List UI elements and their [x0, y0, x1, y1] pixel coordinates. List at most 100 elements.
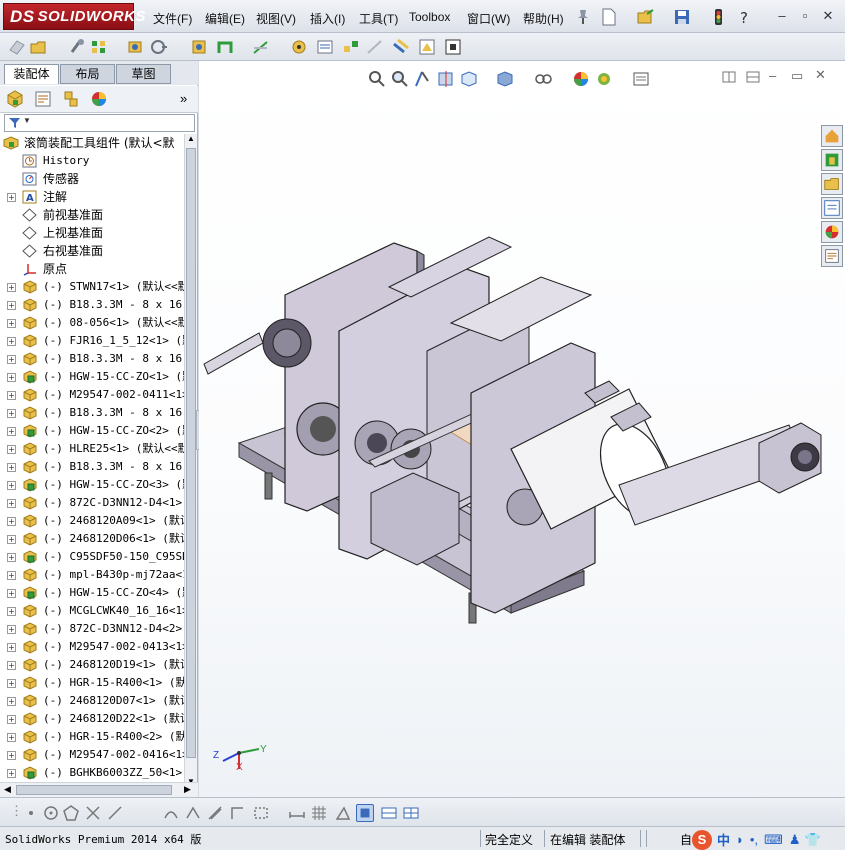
- tree-item[interactable]: + (-) HGW-15-CC-ZO<3> (默: [0, 476, 184, 494]
- tree-item[interactable]: + (-) M29547-002-0411<1>: [0, 386, 184, 404]
- scroll-left-icon[interactable]: ◀: [4, 784, 11, 795]
- show-hidden-components-icon[interactable]: [190, 38, 208, 56]
- expand-toggle-icon[interactable]: +: [7, 751, 16, 760]
- appearances-scenes-icon[interactable]: [821, 221, 843, 243]
- tree-item[interactable]: 传感器: [0, 170, 184, 188]
- display-manager-icon[interactable]: [90, 90, 108, 108]
- hide-show-items-icon[interactable]: [533, 69, 553, 89]
- expand-toggle-icon[interactable]: +: [7, 769, 16, 778]
- tree-item[interactable]: 前视基准面: [0, 206, 184, 224]
- save-icon[interactable]: [673, 8, 691, 26]
- apply-scene-icon[interactable]: [594, 69, 614, 89]
- scroll-up-icon[interactable]: ▲: [187, 134, 195, 143]
- large-assembly-mode-icon[interactable]: [444, 38, 462, 56]
- tree-item[interactable]: 原点: [0, 260, 184, 278]
- tree-filter-field[interactable]: ▼: [4, 114, 195, 132]
- open-folder-icon[interactable]: [637, 8, 655, 26]
- view-settings-icon[interactable]: [631, 69, 651, 89]
- expand-toggle-icon[interactable]: +: [7, 445, 16, 454]
- tree-item[interactable]: + (-) 08-056<1> (默认<<默: [0, 314, 184, 332]
- expand-toggle-icon[interactable]: +: [7, 301, 16, 310]
- file-explorer-icon[interactable]: [821, 173, 843, 195]
- ime-chinese-mode-toggle[interactable]: 中: [717, 830, 730, 849]
- insert-component-icon[interactable]: [30, 38, 48, 56]
- feature-manager-tree-icon[interactable]: [6, 90, 24, 108]
- mirror-icon[interactable]: [184, 804, 202, 822]
- pushpin-icon[interactable]: [574, 8, 592, 26]
- linear-pattern-icon[interactable]: [90, 38, 108, 56]
- bill-of-materials-icon[interactable]: [316, 38, 334, 56]
- ime-punctuation-icon[interactable]: •,: [750, 832, 758, 847]
- expand-toggle-icon[interactable]: +: [7, 409, 16, 418]
- mate-icon[interactable]: [68, 38, 86, 56]
- expand-toggle-icon[interactable]: +: [7, 499, 16, 508]
- new-document-icon[interactable]: [600, 8, 618, 26]
- expand-toggle-icon[interactable]: +: [7, 697, 16, 706]
- display-style-icon[interactable]: [495, 69, 515, 89]
- tab-layout[interactable]: 布局: [60, 64, 115, 84]
- tree-item[interactable]: + (-) C95SDF50-150_C95SDF: [0, 548, 184, 566]
- expand-toggle-icon[interactable]: +: [7, 553, 16, 562]
- tree-item[interactable]: 上视基准面: [0, 224, 184, 242]
- tree-item[interactable]: + (-) MCGLCWK40_16_16<1>: [0, 602, 184, 620]
- edit-component-icon[interactable]: [8, 38, 26, 56]
- expand-toggle-icon[interactable]: +: [7, 733, 16, 742]
- tree-item[interactable]: + (-) 2468120D06<1> (默认: [0, 530, 184, 548]
- expand-toggle-icon[interactable]: +: [7, 589, 16, 598]
- rectangle-corner-icon[interactable]: [228, 804, 246, 822]
- sogou-ime-icon[interactable]: S: [692, 829, 712, 850]
- tree-item[interactable]: 右视基准面: [0, 242, 184, 260]
- menu-view[interactable]: 视图(V): [256, 10, 296, 27]
- tree-item[interactable]: + (-) M29547-002-0413<1>: [0, 638, 184, 656]
- expand-toggle-icon[interactable]: +: [7, 535, 16, 544]
- tile-horizontally-icon[interactable]: [721, 69, 737, 85]
- tree-item[interactable]: + (-) HGR-15-R400<1> (默认: [0, 674, 184, 692]
- offset-entities-icon[interactable]: [162, 804, 180, 822]
- tree-root-item[interactable]: 滚筒装配工具组件 (默认<默: [0, 134, 184, 152]
- four-view-icon[interactable]: [402, 804, 420, 822]
- line-icon[interactable]: [106, 804, 124, 822]
- tree-item[interactable]: + (-) BGHKB6003ZZ_50<1> (: [0, 764, 184, 782]
- tree-item[interactable]: + (-) FJR16_1_5_12<1> (默: [0, 332, 184, 350]
- configuration-manager-icon[interactable]: [62, 90, 80, 108]
- custom-properties-icon[interactable]: [821, 245, 843, 267]
- trim-icon[interactable]: [84, 804, 102, 822]
- tab-assembly[interactable]: 装配体: [4, 64, 59, 84]
- expand-toggle-icon[interactable]: +: [7, 427, 16, 436]
- menu-help[interactable]: 帮助(H): [523, 10, 564, 27]
- smart-fasteners-icon[interactable]: [126, 38, 144, 56]
- rebuild-traffic-light-icon[interactable]: [709, 8, 727, 26]
- close-app-button[interactable]: ✕: [821, 9, 835, 23]
- zoom-to-fit-icon[interactable]: [367, 69, 387, 89]
- expand-toggle-icon[interactable]: +: [7, 373, 16, 382]
- explode-line-sketch-icon[interactable]: [366, 38, 384, 56]
- ime-skin-icon[interactable]: 👕: [804, 832, 820, 848]
- expand-toggle-icon[interactable]: +: [7, 661, 16, 670]
- tree-item[interactable]: + (-) HGW-15-CC-ZO<1> (默: [0, 368, 184, 386]
- menu-insert[interactable]: 插入(I): [310, 10, 345, 27]
- expand-toggle-icon[interactable]: +: [7, 463, 16, 472]
- tree-horizontal-scrollbar[interactable]: ◀ ▶: [0, 782, 198, 797]
- zoom-to-area-icon[interactable]: [390, 69, 410, 89]
- restore-document-button[interactable]: ▭: [791, 68, 803, 84]
- help-icon[interactable]: ?: [736, 8, 754, 26]
- tree-item[interactable]: + (-) M29547-002-0416<1>: [0, 746, 184, 764]
- interference-detection-icon[interactable]: [392, 38, 410, 56]
- expand-toggle-icon[interactable]: +: [7, 517, 16, 526]
- rectangle-icon[interactable]: [252, 804, 270, 822]
- close-document-button[interactable]: ✕: [815, 67, 826, 83]
- previous-view-icon[interactable]: [413, 69, 433, 89]
- expand-toggle-icon[interactable]: +: [7, 391, 16, 400]
- tile-vertically-icon[interactable]: [745, 69, 761, 85]
- single-view-icon[interactable]: [380, 804, 398, 822]
- expand-toggle-icon[interactable]: +: [7, 337, 16, 346]
- solidworks-logo[interactable]: DS SOLIDWORKS: [3, 3, 145, 30]
- point-icon[interactable]: [22, 804, 40, 822]
- ime-keyboard-icon[interactable]: ⌨: [764, 832, 783, 848]
- view-palette-icon[interactable]: [821, 197, 843, 219]
- tree-item[interactable]: + (-) STWN17<1> (默认<<默: [0, 278, 184, 296]
- tree-item[interactable]: + (-) HGR-15-R400<2> (默认: [0, 728, 184, 746]
- tree-item[interactable]: + A 注解: [0, 188, 184, 206]
- tree-item[interactable]: History: [0, 152, 184, 170]
- tree-item[interactable]: + (-) HLRE25<1> (默认<<默: [0, 440, 184, 458]
